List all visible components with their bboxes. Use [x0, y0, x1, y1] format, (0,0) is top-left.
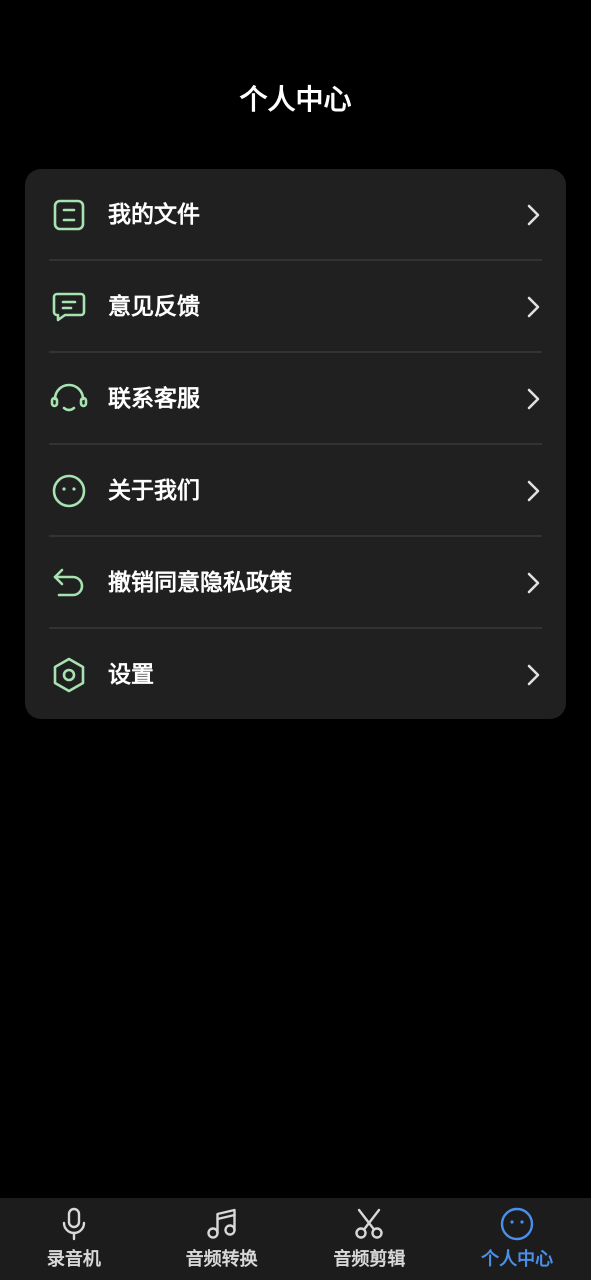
- menu-item-about-us[interactable]: 关于我们: [25, 445, 566, 537]
- settings-icon: [50, 656, 88, 694]
- music-note-icon: [206, 1208, 236, 1239]
- menu-item-label: 撤销同意隐私政策: [108, 570, 292, 596]
- menu-item-label: 我的文件: [108, 202, 200, 228]
- tab-audio-convert[interactable]: 音频转换: [148, 1198, 296, 1280]
- chevron-right-icon: [527, 204, 540, 226]
- chevron-right-icon: [527, 388, 540, 410]
- tab-label: 录音机: [46, 1249, 101, 1270]
- tab-label: 音频剪辑: [333, 1249, 406, 1270]
- tab-label: 个人中心: [481, 1249, 554, 1270]
- face-icon: [50, 472, 88, 510]
- menu-item-contact-support[interactable]: 联系客服: [25, 353, 566, 445]
- menu-item-my-files[interactable]: 我的文件: [25, 169, 566, 261]
- menu-item-label: 关于我们: [108, 478, 200, 504]
- microphone-icon: [62, 1207, 86, 1241]
- menu-item-label: 设置: [108, 662, 154, 688]
- chevron-right-icon: [527, 480, 540, 502]
- tab-audio-edit[interactable]: 音频剪辑: [296, 1198, 444, 1280]
- menu-item-settings[interactable]: 设置: [25, 629, 566, 719]
- scissors-icon: [355, 1208, 384, 1239]
- chevron-right-icon: [527, 664, 540, 686]
- face-icon: [500, 1207, 534, 1241]
- menu-item-feedback[interactable]: 意见反馈: [25, 261, 566, 353]
- menu-item-revoke-privacy[interactable]: 撤销同意隐私政策: [25, 537, 566, 629]
- tab-personal-center[interactable]: 个人中心: [443, 1198, 591, 1280]
- chevron-right-icon: [527, 296, 540, 318]
- chevron-right-icon: [527, 572, 540, 594]
- screen: 个人中心 我的文件 意见反馈 联系客服 关于我们 撤销同意隐私政策 设置 录音机…: [0, 0, 591, 1280]
- chat-icon: [50, 288, 88, 326]
- page-title: 个人中心: [239, 83, 352, 116]
- bottom-tab-bar: 录音机 音频转换 音频剪辑 个人中心: [0, 1198, 591, 1280]
- menu-item-label: 联系客服: [108, 386, 200, 412]
- tab-label: 音频转换: [185, 1249, 258, 1270]
- headset-icon: [50, 380, 88, 418]
- menu-item-label: 意见反馈: [108, 294, 200, 320]
- undo-icon: [50, 564, 88, 602]
- tab-recorder[interactable]: 录音机: [0, 1198, 148, 1280]
- file-icon: [50, 196, 88, 234]
- menu-card: 我的文件 意见反馈 联系客服 关于我们 撤销同意隐私政策 设置: [25, 169, 566, 719]
